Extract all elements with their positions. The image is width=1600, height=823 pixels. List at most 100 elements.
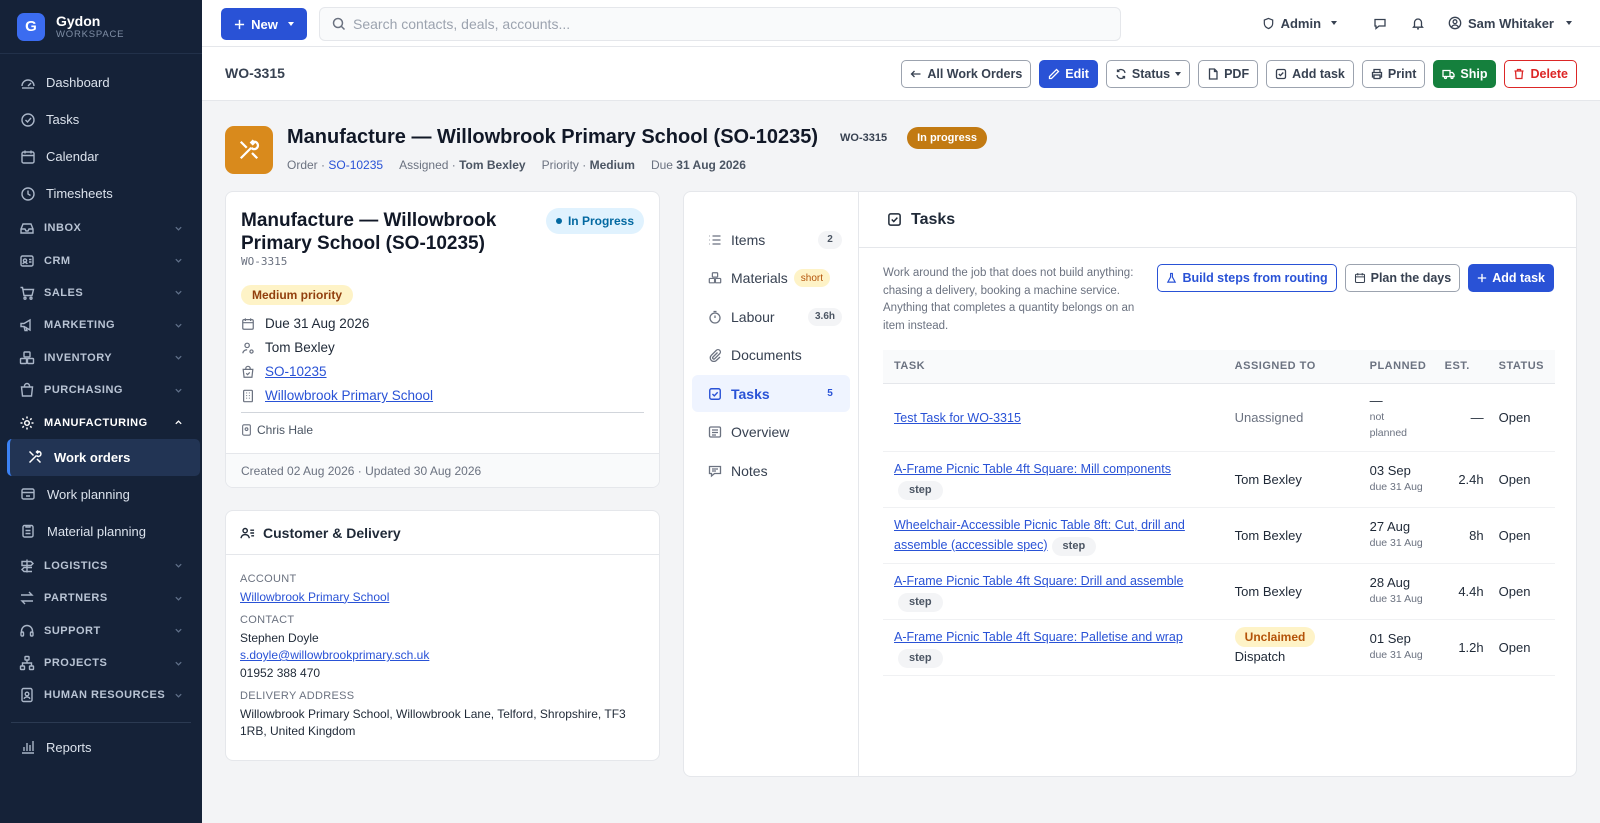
order-link[interactable]: SO-10235	[328, 158, 383, 172]
bag-check-icon	[241, 365, 255, 379]
nav-timesheets[interactable]: Timesheets	[0, 175, 202, 212]
summary-order-link[interactable]: SO-10235	[265, 364, 327, 379]
messages-button[interactable]	[1373, 16, 1387, 30]
dashboard-icon	[19, 74, 37, 92]
nav-tasks[interactable]: Tasks	[0, 101, 202, 138]
nav-group-inbox[interactable]: INBOX	[0, 212, 202, 244]
task-link[interactable]: A-Frame Picnic Table 4ft Square: Drill a…	[894, 574, 1183, 588]
nav-group-manufacturing[interactable]: MANUFACTURING	[0, 406, 202, 438]
col-status[interactable]: STATUS	[1487, 350, 1555, 384]
planned-cell: 27 Aug due 31 Aug	[1358, 507, 1441, 564]
table-row[interactable]: Wheelchair-Accessible Picnic Table 8ft: …	[883, 507, 1555, 564]
build-steps-button[interactable]: Build steps from routing	[1157, 264, 1337, 292]
admin-menu[interactable]: Admin	[1262, 16, 1338, 31]
est-cell: —	[1440, 383, 1488, 452]
brand[interactable]: G Gydon WORKSPACE	[0, 0, 202, 54]
tab-items[interactable]: Items 2	[692, 221, 850, 258]
tab-label: Materials	[731, 270, 788, 286]
pdf-label: PDF	[1224, 67, 1250, 81]
plan-days-button[interactable]: Plan the days	[1344, 264, 1461, 292]
tasks-table: TASK ASSIGNED TO PLANNED EST. STATUS Tes…	[883, 350, 1555, 676]
tab-labour[interactable]: Labour 3.6h	[692, 298, 850, 335]
nav-group-support[interactable]: SUPPORT	[0, 615, 202, 647]
tab-overview[interactable]: Overview	[692, 414, 850, 451]
task-link[interactable]: Test Task for WO-3315	[894, 411, 1021, 425]
table-row[interactable]: A-Frame Picnic Table 4ft Square: Mill co…	[883, 451, 1555, 508]
col-assigned[interactable]: ASSIGNED TO	[1223, 350, 1359, 384]
summary-customer-link[interactable]: Willowbrook Primary School	[265, 388, 433, 403]
nav-group-marketing[interactable]: MARKETING	[0, 309, 202, 341]
meta-due: 31 Aug 2026	[676, 158, 746, 172]
caret-down-icon	[1566, 21, 1572, 25]
print-button[interactable]: Print	[1361, 60, 1426, 88]
chevron-down-icon	[173, 658, 183, 668]
table-row[interactable]: Test Task for WO-3315 Unassigned — not pl…	[883, 383, 1555, 452]
new-button[interactable]: New	[221, 8, 307, 40]
nav-group-projects[interactable]: PROJECTS	[0, 647, 202, 679]
assigned-cell: Tom Bexley	[1223, 507, 1359, 564]
meta-due-label: Due	[650, 158, 673, 172]
note-icon	[708, 464, 722, 478]
planned-date: —	[1369, 393, 1383, 408]
nav-work-orders[interactable]: Work orders	[7, 438, 200, 476]
col-est[interactable]: EST.	[1440, 350, 1488, 384]
nav-material-planning[interactable]: Material planning	[0, 513, 202, 550]
tab-label: Items	[731, 231, 766, 248]
tab-documents[interactable]: Documents	[692, 337, 850, 374]
delete-button[interactable]: Delete	[1504, 60, 1577, 88]
summary-code: WO-3315	[241, 255, 288, 268]
nav-group-crm[interactable]: CRM	[0, 244, 202, 276]
nav-calendar[interactable]: Calendar	[0, 138, 202, 175]
customer-card: Customer & Delivery ACCOUNT Willowbrook …	[225, 510, 660, 761]
check-circle-icon	[19, 111, 37, 129]
notifications-button[interactable]	[1411, 16, 1425, 30]
nav-group-label: MANUFACTURING	[44, 416, 148, 429]
account-link[interactable]: Willowbrook Primary School	[240, 589, 645, 607]
task-cell: A-Frame Picnic Table 4ft Square: Mill co…	[883, 451, 1224, 508]
table-row[interactable]: A-Frame Picnic Table 4ft Square: Palleti…	[883, 619, 1555, 676]
tasks-description: Work around the job that does not build …	[883, 267, 1135, 332]
nav-group-logistics[interactable]: LOGISTICS	[0, 550, 202, 582]
add-task-button[interactable]: Add task	[1266, 60, 1354, 88]
col-planned[interactable]: PLANNED	[1358, 350, 1441, 384]
tab-tasks[interactable]: Tasks 5	[692, 375, 850, 412]
planned-date: 27 Aug	[1369, 519, 1411, 534]
table-row[interactable]: A-Frame Picnic Table 4ft Square: Drill a…	[883, 563, 1555, 620]
nav-group-sales[interactable]: SALES	[0, 277, 202, 309]
all-work-orders-button[interactable]: All Work Orders	[901, 60, 1032, 88]
task-link[interactable]: A-Frame Picnic Table 4ft Square: Mill co…	[894, 462, 1171, 476]
truck-icon	[1442, 68, 1456, 80]
ship-button[interactable]: Ship	[1433, 60, 1497, 88]
tab-materials[interactable]: Materials short	[692, 260, 850, 297]
nav-group-human-resources[interactable]: HUMAN RESOURCES	[0, 679, 202, 711]
file-icon	[1207, 68, 1219, 80]
user-menu[interactable]: Sam Whitaker	[1448, 16, 1572, 31]
nav-reports[interactable]: Reports	[0, 729, 202, 766]
nav-group-purchasing[interactable]: PURCHASING	[0, 374, 202, 406]
task-cell: A-Frame Picnic Table 4ft Square: Palleti…	[883, 619, 1224, 676]
edit-button[interactable]: Edit	[1039, 60, 1098, 88]
add-task-panel-button[interactable]: Add task	[1468, 264, 1554, 292]
nav-dashboard[interactable]: Dashboard	[0, 64, 202, 101]
status-dropdown[interactable]: Status	[1105, 60, 1191, 88]
task-link[interactable]: A-Frame Picnic Table 4ft Square: Palleti…	[894, 630, 1183, 644]
step-badge: step	[898, 592, 943, 612]
summary-card: Manufacture — Willowbrook Primary School…	[225, 191, 660, 488]
col-task[interactable]: TASK	[883, 350, 1224, 384]
brand-sub: WORKSPACE	[56, 28, 125, 40]
search-input[interactable]: Search contacts, deals, accounts...	[319, 7, 1121, 41]
nav-group-partners[interactable]: PARTNERS	[0, 582, 202, 614]
refresh-icon	[1115, 68, 1127, 80]
task-link[interactable]: Wheelchair-Accessible Picnic Table 8ft: …	[894, 518, 1185, 552]
pdf-button[interactable]: PDF	[1198, 60, 1259, 88]
tab-notes[interactable]: Notes	[692, 452, 850, 489]
nav-label: Timesheets	[46, 186, 113, 201]
caret-down-icon	[287, 22, 294, 26]
assignee-row: Tom Bexley	[241, 340, 335, 355]
nav-group-inventory[interactable]: INVENTORY	[0, 342, 202, 374]
nav-group-label: PROJECTS	[44, 657, 108, 670]
printer-icon	[1371, 68, 1383, 80]
contact-email-link[interactable]: s.doyle@willowbrookprimary.sch.uk	[240, 647, 645, 665]
nav-work-planning[interactable]: Work planning	[0, 476, 202, 513]
meta-priority-label: Priority ·	[541, 158, 587, 172]
